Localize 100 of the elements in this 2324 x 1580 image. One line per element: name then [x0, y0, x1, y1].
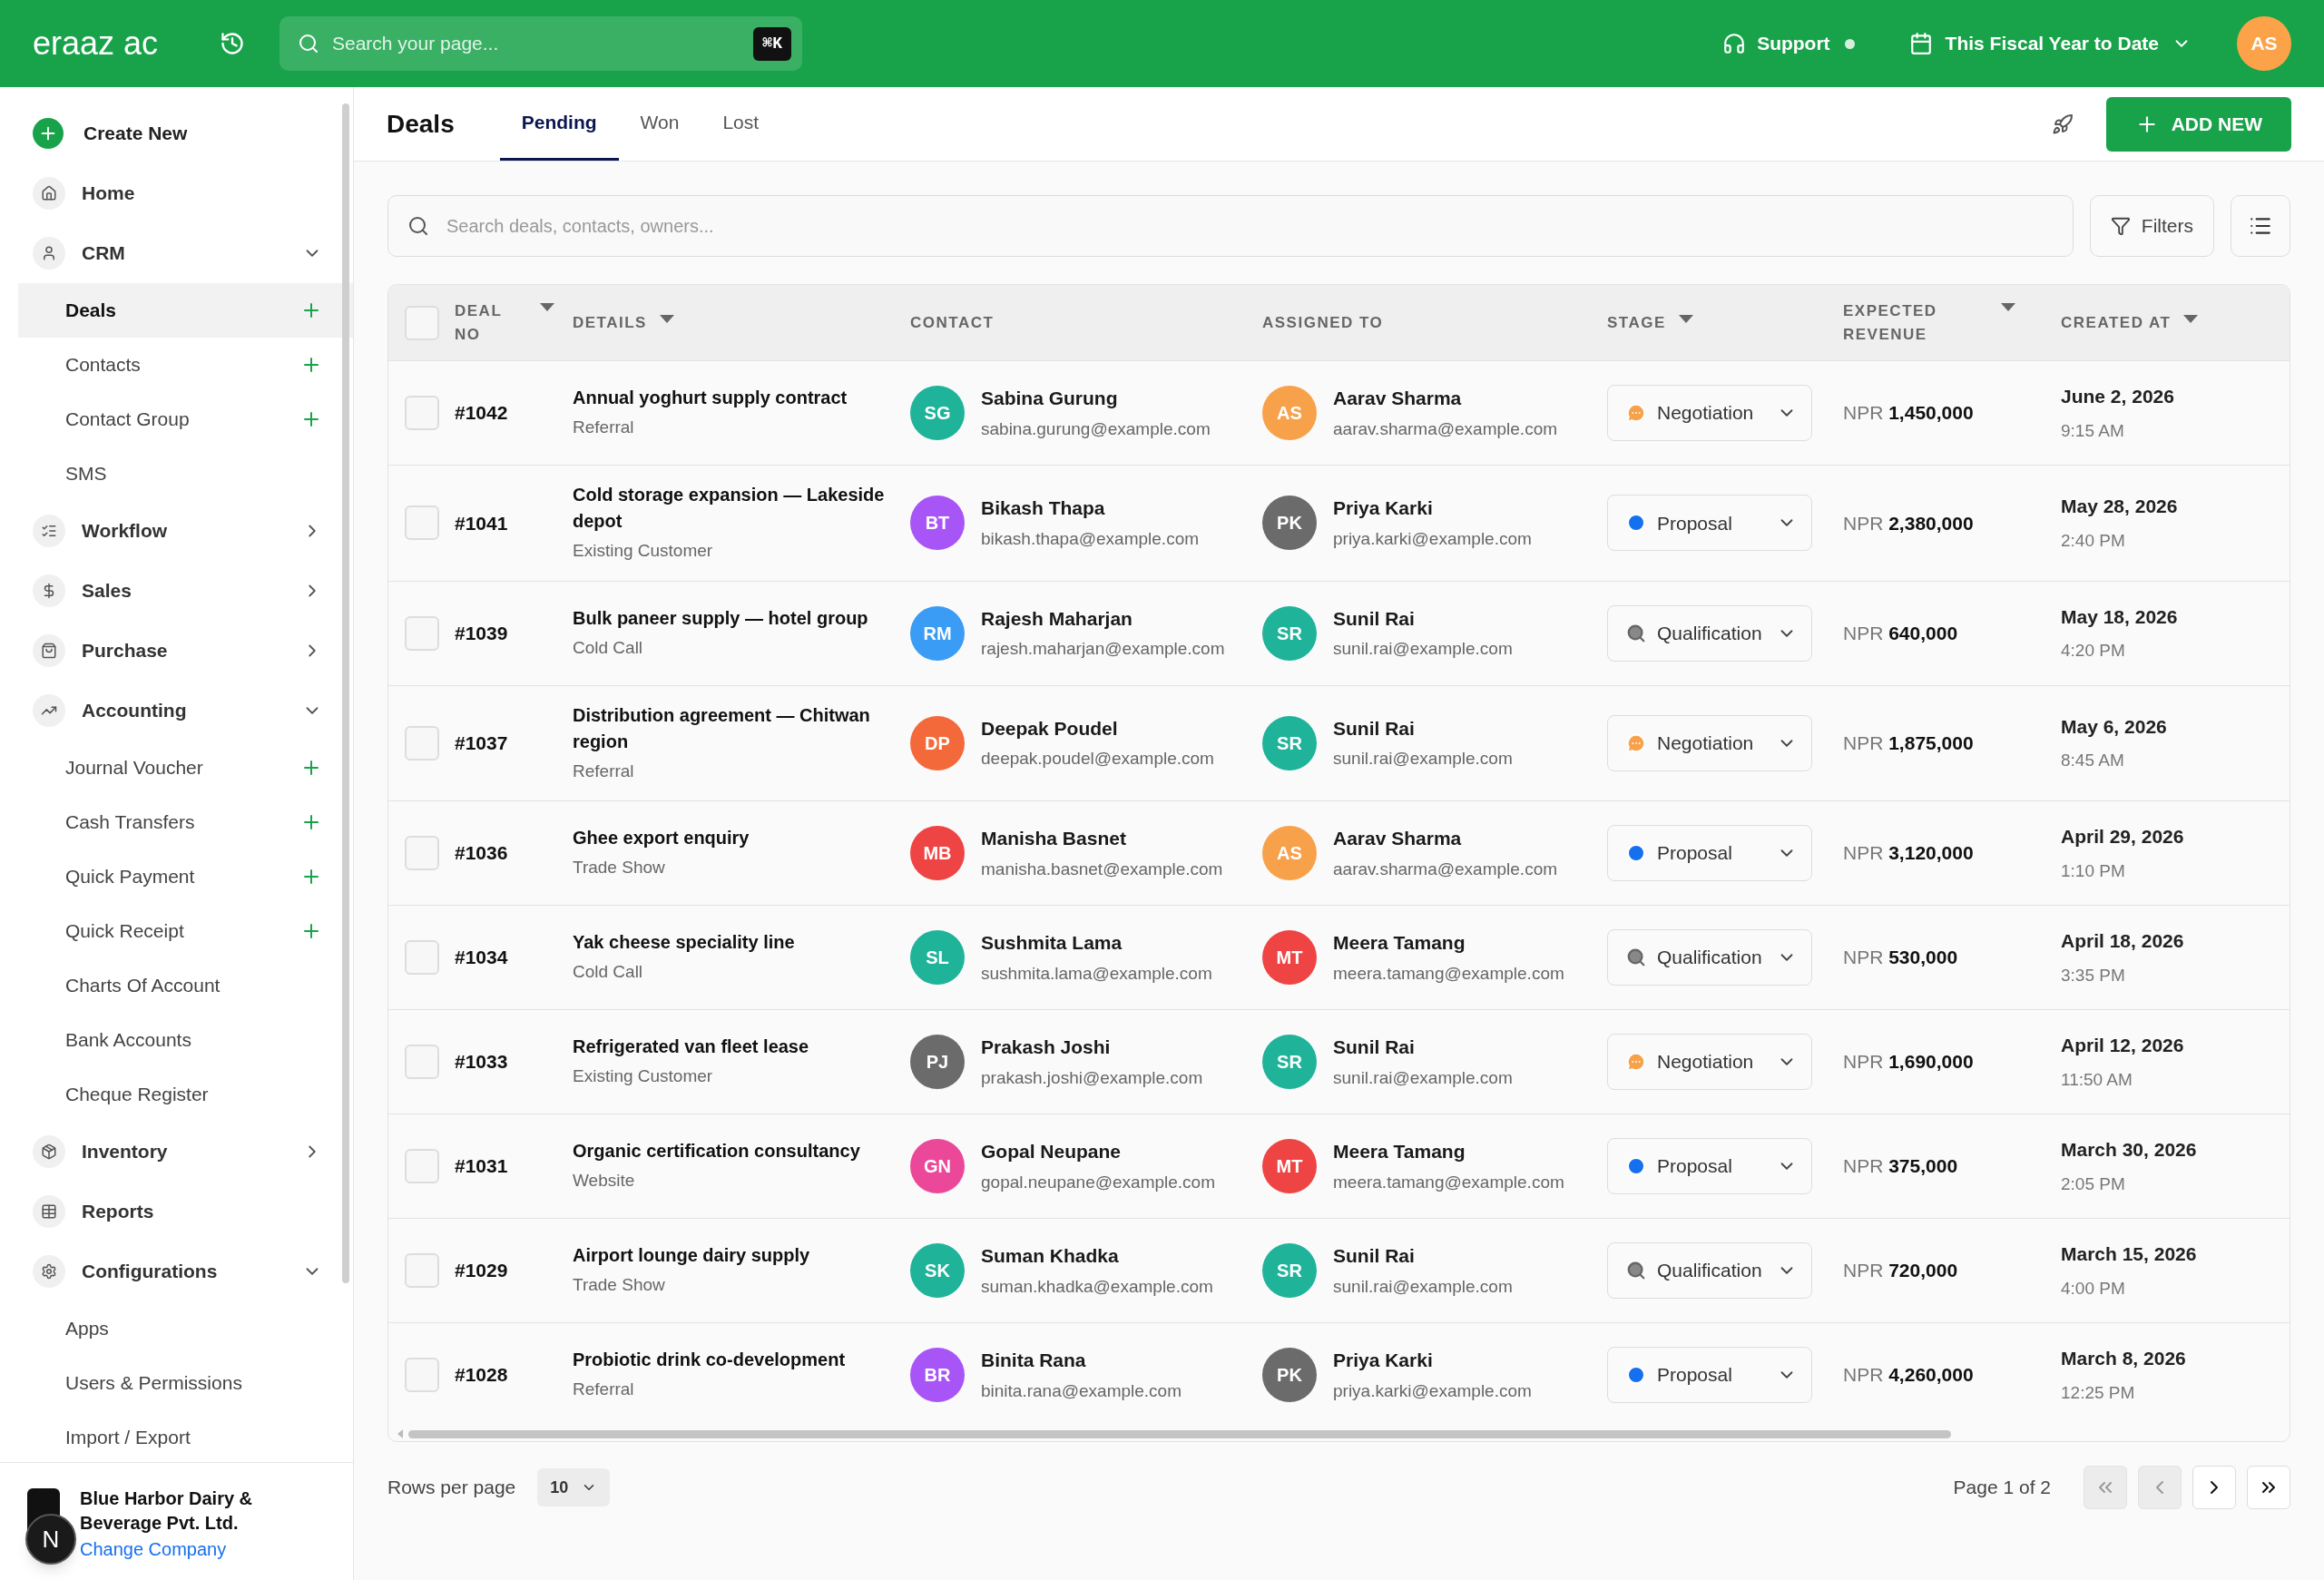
sidebar-item[interactable]: Purchase: [18, 621, 340, 681]
sidebar-subitem[interactable]: Charts Of Account: [18, 958, 353, 1013]
row-checkbox[interactable]: [405, 505, 439, 541]
change-company-link[interactable]: Change Company: [80, 1536, 289, 1563]
house-icon: [33, 177, 65, 210]
column-header[interactable]: ASSIGNED TO: [1262, 310, 1384, 335]
stage-dropdown[interactable]: Proposal: [1607, 825, 1812, 881]
column-header[interactable]: EXPECTED REVENUE: [1843, 299, 2015, 346]
box-icon: [33, 1135, 65, 1168]
person-email: sunil.rai@example.com: [1333, 638, 1513, 660]
deal-title: Cold storage expansion — Lakeside depot: [573, 484, 886, 533]
sidebar-item[interactable]: Inventory: [18, 1122, 340, 1182]
rows-per-page-select[interactable]: 10: [537, 1468, 611, 1506]
person-name: Rajesh Maharjan: [981, 606, 1133, 631]
row-checkbox[interactable]: [405, 1149, 439, 1183]
stage-dropdown[interactable]: Negotiation: [1607, 1034, 1812, 1090]
stage-dropdown[interactable]: Proposal: [1607, 1138, 1812, 1194]
row-checkbox[interactable]: [405, 940, 439, 975]
column-header[interactable]: STAGE: [1607, 310, 1693, 335]
sidebar-item[interactable]: Configurations: [18, 1241, 340, 1301]
sidebar-label: CRM: [82, 241, 126, 266]
revenue: NPR 3,120,000: [1843, 841, 1975, 866]
sidebar-label: Accounting: [82, 699, 188, 723]
sidebar-item[interactable]: Reports: [18, 1182, 340, 1241]
row-checkbox[interactable]: [405, 396, 439, 430]
search-icon: [1626, 947, 1646, 967]
history-icon[interactable]: [220, 31, 245, 56]
column-header[interactable]: DETAILS: [573, 310, 674, 335]
view-toggle-button[interactable]: [2231, 195, 2290, 257]
sidebar-item[interactable]: Accounting: [18, 681, 340, 741]
table-icon: [33, 1195, 65, 1228]
person-email: aarav.sharma@example.com: [1333, 417, 1558, 440]
row-checkbox[interactable]: [405, 1045, 439, 1079]
person-email: meera.tamang@example.com: [1333, 1171, 1564, 1193]
rocket-icon[interactable]: [2051, 113, 2074, 135]
person-email: binita.rana@example.com: [981, 1379, 1182, 1402]
sidebar-subitem[interactable]: Bank Accounts: [18, 1013, 353, 1067]
column-header[interactable]: DEAL NO: [455, 299, 554, 346]
sidebar-subitem[interactable]: Apps: [18, 1301, 353, 1356]
dev-badge[interactable]: N: [25, 1514, 76, 1565]
avatar: PJ: [910, 1035, 965, 1089]
sidebar-subitem[interactable]: Contact Group: [18, 392, 353, 447]
avatar: SR: [1262, 1035, 1317, 1089]
last-page-button[interactable]: [2247, 1466, 2290, 1509]
sidebar-subitem[interactable]: Quick Payment: [18, 849, 353, 904]
avatar: MB: [910, 826, 965, 880]
sidebar-item[interactable]: Home: [18, 163, 340, 223]
avatar: MT: [1262, 1139, 1317, 1193]
column-header[interactable]: CREATED AT: [2061, 310, 2199, 335]
avatar: SK: [910, 1243, 965, 1298]
stage-dropdown[interactable]: Proposal: [1607, 1347, 1812, 1403]
select-all-checkbox[interactable]: [405, 305, 439, 340]
stage-dropdown[interactable]: Qualification: [1607, 929, 1812, 986]
chat-icon: [1626, 1052, 1646, 1072]
sidebar-subitem[interactable]: Quick Receipt: [18, 904, 353, 958]
avatar: GN: [910, 1139, 965, 1193]
created-time: 1:10 PM: [2061, 859, 2126, 882]
stage-dropdown[interactable]: Negotiation: [1607, 385, 1812, 441]
person-email: prakash.joshi@example.com: [981, 1066, 1203, 1089]
stage-dropdown[interactable]: Proposal: [1607, 495, 1812, 552]
sidebar-subitem[interactable]: Cash Transfers: [18, 795, 353, 849]
row-checkbox[interactable]: [405, 1253, 439, 1288]
sidebar-subitem[interactable]: Deals: [18, 283, 353, 338]
person-email: sunil.rai@example.com: [1333, 748, 1513, 770]
scrollbar[interactable]: [342, 103, 349, 1283]
avatar: SR: [1262, 605, 1317, 661]
row-checkbox[interactable]: [405, 615, 439, 651]
sidebar-item[interactable]: CRM: [18, 223, 340, 283]
avatar: SR: [1262, 715, 1317, 770]
sidebar-subitem[interactable]: SMS: [18, 447, 353, 501]
company-name: Blue Harbor Dairy & Beverage Pvt. Ltd.: [80, 1487, 254, 1535]
row-checkbox[interactable]: [405, 1358, 439, 1392]
created-time: 3:35 PM: [2061, 964, 2126, 986]
sidebar-subitem[interactable]: Import / Export: [18, 1410, 353, 1462]
column-header[interactable]: CONTACT: [910, 310, 995, 335]
stage-dropdown[interactable]: Qualification: [1607, 1242, 1812, 1299]
settings-icon: [33, 1255, 65, 1288]
stage-dropdown[interactable]: Qualification: [1607, 604, 1812, 662]
deal-title: Probiotic drink co-development: [573, 1349, 847, 1372]
sidebar-item[interactable]: Sales: [18, 561, 340, 621]
sidebar-item[interactable]: Workflow: [18, 501, 340, 561]
row-checkbox[interactable]: [405, 836, 439, 870]
create-new-button[interactable]: Create New: [18, 103, 340, 163]
sidebar-subitem[interactable]: Contacts: [18, 338, 353, 392]
sidebar-subitem[interactable]: Cheque Register: [18, 1067, 353, 1122]
deal-search-field[interactable]: Search deals, contacts, owners...: [387, 195, 2074, 257]
dollar-icon: [33, 574, 65, 607]
created-date: May 28, 2026: [2061, 495, 2179, 519]
stage-dropdown[interactable]: Negotiation: [1607, 714, 1812, 771]
deal-title: Organic certification consultancy: [573, 1140, 861, 1163]
sidebar-subitem[interactable]: Journal Voucher: [18, 741, 353, 795]
revenue: NPR 1,875,000: [1843, 731, 1975, 755]
tab[interactable]: Won: [618, 87, 701, 161]
filters-button[interactable]: Filters: [2089, 195, 2214, 257]
sidebar-subitem[interactable]: Users & Permissions: [18, 1356, 353, 1410]
row-checkbox[interactable]: [405, 725, 439, 761]
tab[interactable]: Pending: [499, 87, 619, 161]
created-time: 4:00 PM: [2061, 1277, 2126, 1300]
tab[interactable]: Lost: [701, 87, 781, 161]
horizontal-scrollbar[interactable]: [408, 1429, 1951, 1438]
